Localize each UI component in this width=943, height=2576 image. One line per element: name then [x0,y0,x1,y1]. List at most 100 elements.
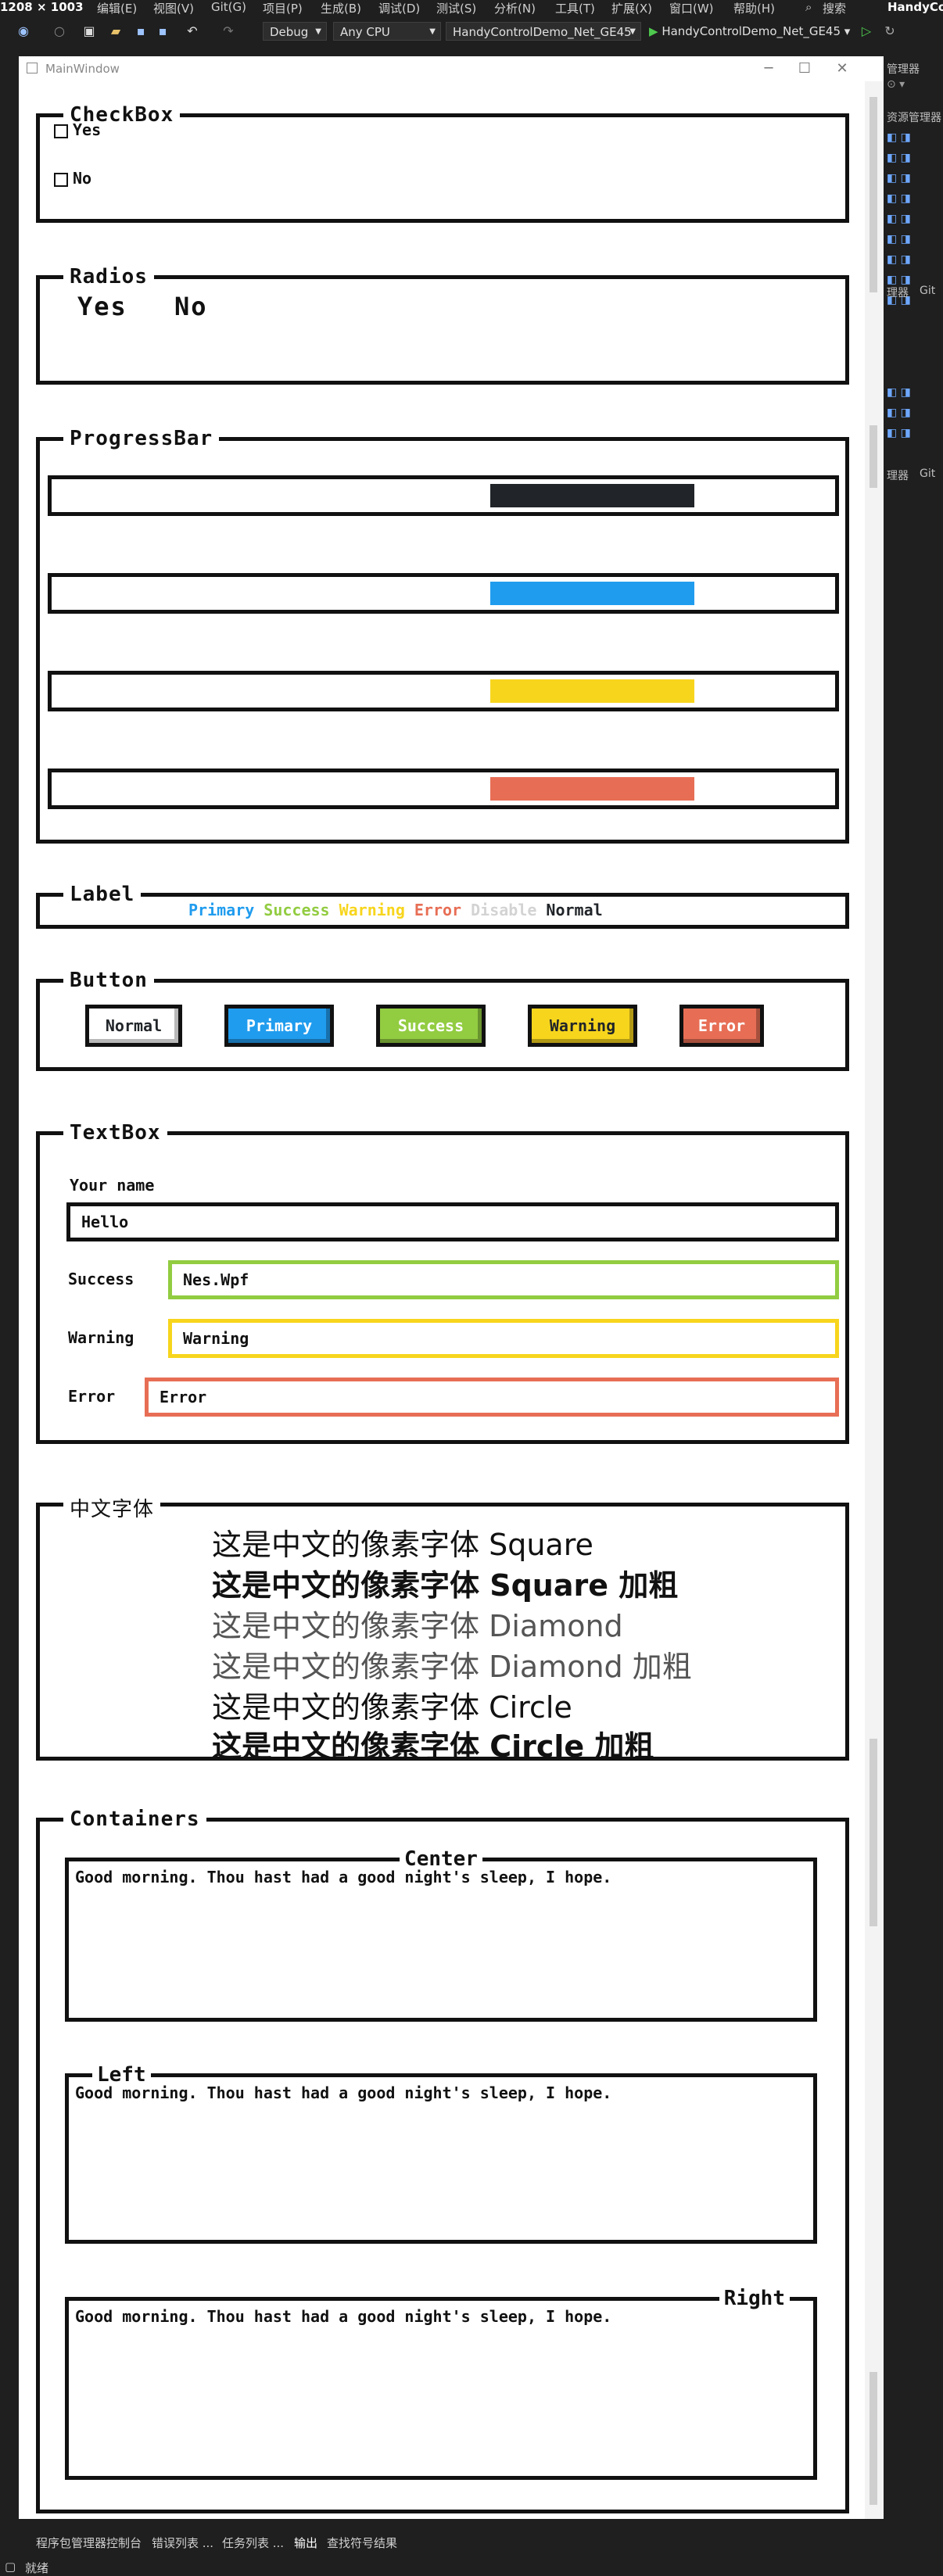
file-icon[interactable]: ◧ ◨ [887,407,934,421]
success-button[interactable]: Success [376,1005,486,1047]
undo-icon[interactable]: ↶ [185,23,200,39]
success-field[interactable]: Nes.Wpf [168,1260,839,1299]
tab-task-list[interactable]: 任务列表 ... [222,2535,284,2551]
panel-tab-label[interactable]: 理器 [887,468,909,483]
file-icon[interactable]: ◧ ◨ [887,172,934,186]
label-normal: Normal [546,901,603,919]
platform-select[interactable]: Any CPU ▼ [333,22,441,41]
maximize-icon[interactable]: ☐ [794,59,815,78]
run-button[interactable]: ▶ HandyControlDemo_Net_GE45 ▾ [649,22,850,41]
container-center-title: Center [400,1849,482,1869]
menu-build[interactable]: 生成(B) [321,0,361,16]
checkbox-yes-label: Yes [73,120,102,139]
file-icon[interactable]: ◧ ◨ [887,386,934,400]
label-disable: Disable [471,901,537,919]
menu-git[interactable]: Git(G) [211,0,246,14]
checkbox-yes[interactable]: Yes [54,120,101,139]
radio-no[interactable]: No [174,292,208,321]
container-right: Right Good morning. Thou hast had a good… [65,2288,817,2480]
menu-project[interactable]: 项目(P) [263,0,303,16]
progress-fill [490,582,694,605]
solution-panel: 管理器 ⊙ ▾ 资源管理器 ◧ ◨ ◧ ◨ ◧ ◨ ◧ ◨ ◧ ◨ ◧ ◨ ◧ … [884,50,943,2520]
scroll-thumb[interactable] [869,2372,877,2505]
font-sample-square-bold: 这是中文的像素字体 Square 加粗 [212,1568,679,1603]
file-icon[interactable]: ◧ ◨ [887,427,934,441]
menu-view[interactable]: 视图(V) [153,0,194,16]
label-group: Label Primary Success Warning Error Disable N… [36,883,849,929]
panel-toolbar-icon[interactable]: ⊙ ▾ [887,78,905,91]
menu-analyze[interactable]: 分析(N) [494,0,536,16]
panel-tab-label[interactable]: 理器 [887,285,909,300]
run-target: HandyControlDemo_Net_GE45 [662,24,841,38]
project-value: HandyControlDemo_Net_GE45 [453,25,632,39]
textbox-group: TextBox Your name Hello Success Nes.Wpf … [36,1122,849,1444]
menu-test[interactable]: 测试(S) [436,0,476,16]
scroll-thumb[interactable] [869,425,877,488]
checkbox-no[interactable]: No [54,169,91,188]
redo-icon[interactable]: ↷ [221,23,236,39]
menu-edit[interactable]: 编辑(E) [97,0,137,16]
tab-error-list[interactable]: 错误列表 ... [152,2535,213,2551]
file-icon[interactable]: ◧ ◨ [887,131,934,145]
checkbox-square-icon [54,124,68,138]
file-icon[interactable]: ◧ ◨ [887,192,934,206]
scroll-thumb[interactable] [869,97,877,292]
git-tab[interactable]: Git [920,468,935,480]
window-titlebar[interactable]: MainWindow ─ ☐ ✕ [19,56,884,81]
tab-find-symbol[interactable]: 查找符号结果 [327,2535,397,2551]
error-button[interactable]: Error [679,1005,764,1047]
file-icon[interactable]: ◧ ◨ [887,152,934,166]
checkbox-square-icon [54,172,68,187]
app-window: MainWindow ─ ☐ ✕ CheckBox Yes No Radios … [19,56,884,2519]
close-icon[interactable]: ✕ [832,59,852,78]
containers-group: Containers Center Good morning. Thou has… [36,1808,849,2513]
container-center-text: Good morning. Thou hast had a good night… [75,1868,612,1886]
name-field[interactable]: Hello [66,1202,839,1241]
container-center: Center Good morning. Thou hast had a goo… [65,1849,817,2022]
menu-help[interactable]: 帮助(H) [733,0,775,16]
ide-top-area: 1208 × 1003 编辑(E) 视图(V) Git(G) 项目(P) 生成(… [0,0,943,50]
menu-window[interactable]: 窗口(W) [669,0,714,16]
label-primary: Primary [188,901,255,919]
error-field[interactable]: Error [145,1378,839,1417]
primary-button[interactable]: Primary [224,1005,334,1047]
config-select[interactable]: Debug ▼ [263,22,327,41]
progress-fill [490,484,694,507]
save-all-icon[interactable]: ▪ [155,23,170,39]
git-tab[interactable]: Git [920,285,935,297]
file-icon[interactable]: ◧ ◨ [887,213,934,227]
scroll-thumb[interactable] [869,1739,877,1926]
search-box[interactable]: 搜索 [823,0,846,16]
forward-icon[interactable]: ○ [52,23,67,39]
radio-yes[interactable]: Yes [77,292,127,321]
back-icon[interactable]: ◉ [16,23,31,39]
container-left-title: Left [92,2065,151,2085]
normal-button[interactable]: Normal [85,1005,182,1047]
hot-reload-icon[interactable]: ↻ [882,23,898,39]
config-value: Debug [270,25,309,39]
save-icon[interactable]: ▪ [133,23,149,39]
vertical-scrollbar[interactable] [865,81,884,2519]
chevron-down-icon: ▼ [315,27,321,36]
label-success: Success [264,901,330,919]
menu-tools[interactable]: 工具(T) [555,0,595,16]
tab-output[interactable]: 输出 [294,2535,317,2551]
start-without-debug-icon[interactable]: ▷ [859,23,874,39]
your-name-label: Your name [70,1176,155,1195]
search-icon[interactable]: ⌕ [805,0,812,14]
new-item-icon[interactable]: ▣ [81,23,97,39]
menu-debug[interactable]: 调试(D) [378,0,420,16]
chat-icon[interactable]: ▢ [5,2560,16,2574]
project-select[interactable]: HandyControlDemo_Net_GE45 ▼ [446,22,641,41]
warning-button[interactable]: Warning [528,1005,637,1047]
font-sample-square: 这是中文的像素字体 Square [212,1528,593,1562]
open-folder-icon[interactable]: ▰ [108,23,124,39]
tab-package-console[interactable]: 程序包管理器控制台 [36,2535,142,2551]
file-icon[interactable]: ◧ ◨ [887,233,934,247]
panel-title: 管理器 [887,63,920,76]
menu-extensions[interactable]: 扩展(X) [611,0,652,16]
file-icon[interactable]: ◧ ◨ [887,253,934,267]
label-legend: Label [63,883,142,905]
warning-field[interactable]: Warning [168,1319,839,1358]
minimize-icon[interactable]: ─ [758,59,779,78]
